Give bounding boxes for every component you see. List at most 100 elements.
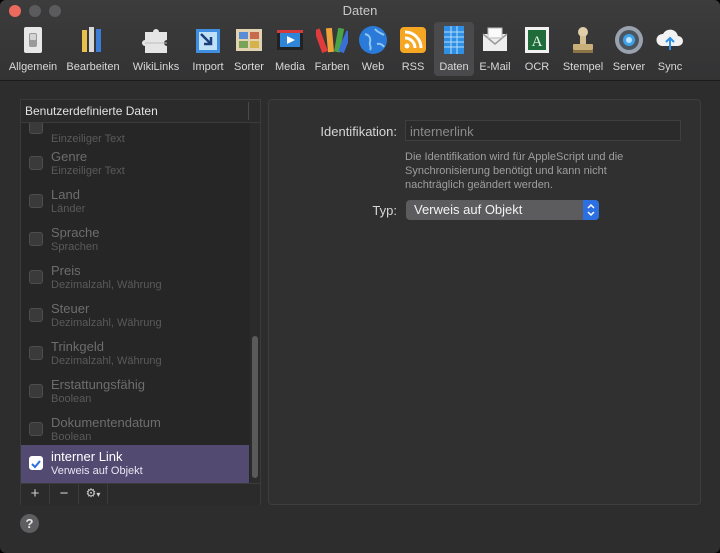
tab-wikilinks[interactable]: WikiLinks	[124, 22, 188, 76]
svg-text:A: A	[532, 34, 543, 50]
column-divider	[248, 102, 249, 120]
rss-icon	[400, 27, 426, 53]
tab-import[interactable]: Import	[188, 22, 228, 76]
custom-data-list[interactable]: Einzeiliger Text Genre Einzeiliger Text …	[21, 123, 260, 483]
tab-label: Import	[192, 61, 224, 73]
detail-panel: Identifikation: internerlink Die Identif…	[268, 99, 701, 505]
list-item-checkbox[interactable]	[29, 346, 43, 360]
help-button[interactable]: ?	[20, 514, 39, 533]
chevron-down-icon: ▾	[96, 490, 101, 499]
list-item[interactable]: Genre Einzeiliger Text	[21, 145, 249, 183]
type-popup-button[interactable]: Verweis auf Objekt	[406, 200, 599, 220]
list-item-subtitle: Sprachen	[51, 241, 99, 253]
list-item[interactable]: Land Länder	[21, 183, 249, 221]
import-icon	[196, 29, 220, 53]
checkmark-icon	[31, 460, 41, 469]
list-header-label: Benutzerdefinierte Daten	[25, 104, 158, 118]
list-item[interactable]: Sprache Sprachen	[21, 221, 249, 259]
tab-rss[interactable]: RSS	[392, 22, 434, 76]
tab-sync[interactable]: Sync	[650, 22, 690, 76]
list-item-name: Genre	[51, 149, 88, 164]
tab-server[interactable]: Server	[608, 22, 650, 76]
list-item-subtitle: Einzeiliger Text	[51, 133, 125, 145]
action-menu-button[interactable]: ⚙▾	[79, 484, 108, 504]
list-item-subtitle: Boolean	[51, 393, 92, 405]
switch-icon	[24, 27, 42, 53]
preferences-window: Daten Allgemein Bearbeiten WikiLinks Imp…	[0, 0, 720, 553]
list-item[interactable]: Trinkgeld Dezimalzahl, Währung	[21, 335, 249, 373]
identification-label: Identifikation:	[320, 124, 397, 139]
list-item-checkbox[interactable]	[29, 194, 43, 208]
tab-label: Web	[361, 61, 385, 73]
list-item-subtitle: Einzeiliger Text	[51, 165, 125, 177]
envelope-icon	[482, 27, 508, 51]
tab-email[interactable]: E-Mail	[474, 22, 516, 76]
list-item-checkbox[interactable]	[29, 384, 43, 398]
tab-label: OCR	[524, 61, 550, 73]
tab-daten[interactable]: Daten	[434, 22, 474, 76]
list-item-name: Trinkgeld	[51, 339, 104, 354]
gear-icon: ⚙	[85, 486, 97, 500]
tab-stempel[interactable]: Stempel	[558, 22, 608, 76]
sorter-icon	[236, 29, 262, 51]
identification-field[interactable]: internerlink	[405, 120, 681, 141]
list-item-subtitle: Länder	[51, 203, 86, 215]
media-icon	[277, 30, 303, 50]
scrollbar-thumb[interactable]	[252, 336, 258, 478]
type-label: Typ:	[372, 203, 397, 218]
tab-sorter[interactable]: Sorter	[228, 22, 270, 76]
list-actions-bar: + − ⚙▾	[21, 483, 260, 505]
server-icon	[615, 26, 643, 54]
list-item[interactable]: Erstattungsfähig Boolean	[21, 373, 249, 411]
titlebar: Daten Allgemein Bearbeiten WikiLinks Imp…	[0, 0, 720, 81]
list-item-checkbox[interactable]	[29, 270, 43, 284]
tab-farben[interactable]: Farben	[310, 22, 354, 76]
list-item-selected[interactable]: interner Link Verweis auf Objekt	[21, 445, 249, 483]
ocr-icon: A	[525, 27, 549, 53]
list-item-name: Sprache	[51, 225, 100, 240]
list-item-checkbox[interactable]	[29, 308, 43, 322]
tab-label: WikiLinks	[132, 61, 180, 73]
type-popup-value: Verweis auf Objekt	[414, 202, 523, 217]
vertical-scrollbar[interactable]	[250, 123, 260, 483]
tab-bearbeiten[interactable]: Bearbeiten	[62, 22, 124, 76]
tab-label: RSS	[401, 61, 425, 73]
list-item[interactable]: Preis Dezimalzahl, Währung	[21, 259, 249, 297]
tab-label: Server	[612, 61, 646, 73]
list-item-checkbox-checked[interactable]	[29, 456, 43, 470]
list-item-name: Preis	[51, 263, 81, 278]
list-item-name: Erstattungsfähig	[51, 377, 145, 392]
list-item-subtitle: Dezimalzahl, Währung	[51, 317, 162, 329]
list-item-name: Steuer	[51, 301, 90, 316]
list-item-checkbox[interactable]	[29, 156, 43, 170]
tab-label: Farben	[314, 61, 350, 73]
tab-media[interactable]: Media	[270, 22, 310, 76]
tab-label: Bearbeiten	[66, 61, 120, 73]
list-item-subtitle: Verweis auf Objekt	[51, 465, 143, 477]
tab-label: Stempel	[562, 61, 604, 73]
list-item-checkbox[interactable]	[29, 422, 43, 436]
list-item-checkbox[interactable]	[29, 232, 43, 246]
tab-web[interactable]: Web	[354, 22, 392, 76]
preferences-toolbar: Allgemein Bearbeiten WikiLinks Import So…	[4, 22, 690, 78]
remove-button[interactable]: −	[50, 484, 79, 504]
tab-label: Sorter	[234, 61, 264, 73]
tab-ocr[interactable]: A OCR	[516, 22, 558, 76]
identification-help-text: Die Identifikation wird für AppleScript …	[405, 151, 624, 191]
colors-icon	[316, 27, 348, 54]
stamp-icon	[573, 27, 593, 53]
list-item[interactable]: Dokumentendatum Boolean	[21, 411, 249, 449]
pencils-icon	[82, 27, 101, 55]
data-table-icon	[444, 26, 464, 54]
tab-allgemein[interactable]: Allgemein	[4, 22, 62, 76]
chevron-updown-icon	[583, 200, 599, 220]
list-item[interactable]: Steuer Dezimalzahl, Währung	[21, 297, 249, 335]
add-button[interactable]: +	[21, 484, 50, 504]
tab-label: Daten	[439, 61, 469, 73]
list-item-name: Land	[51, 187, 80, 202]
list-item-name: interner Link	[51, 449, 123, 464]
list-item-subtitle: Boolean	[51, 431, 92, 443]
list-item-checkbox[interactable]	[29, 123, 43, 134]
list-header: Benutzerdefinierte Daten	[21, 100, 260, 123]
puzzle-icon	[142, 29, 167, 53]
